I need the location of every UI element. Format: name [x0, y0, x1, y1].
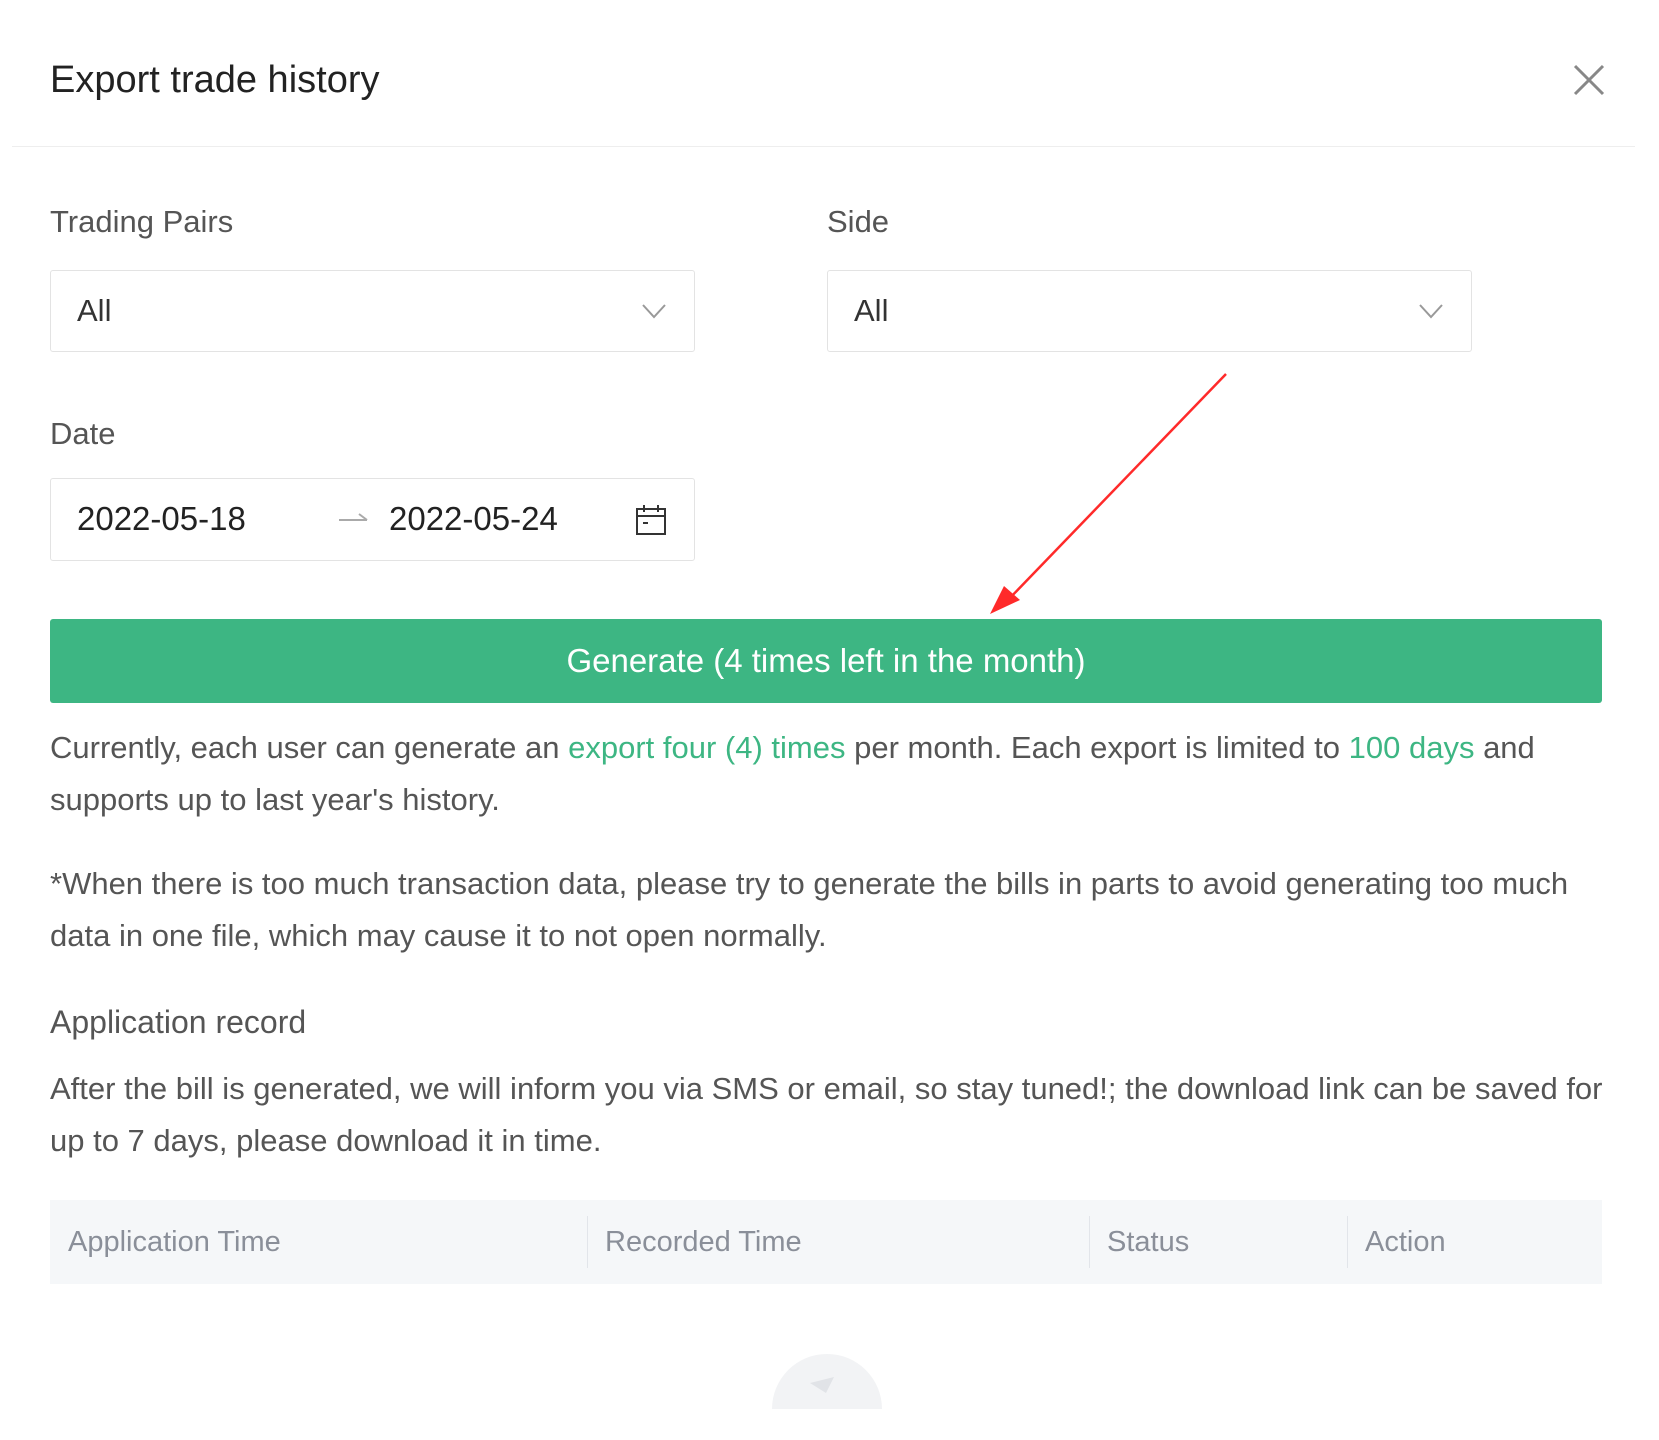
application-record-description: After the bill is generated, we will inf…: [50, 1071, 1603, 1158]
side-value: All: [854, 293, 889, 328]
application-record-title: Application record: [50, 1004, 307, 1040]
generate-button[interactable]: Generate (4 times left in the month): [50, 619, 1602, 703]
close-icon: [1573, 64, 1605, 96]
column-header-action: Action: [1365, 1226, 1446, 1258]
column-divider: [1089, 1216, 1090, 1268]
export-limits-text: Currently, each user can generate an exp…: [50, 722, 1610, 826]
column-divider: [1347, 1216, 1348, 1268]
column-header-status: Status: [1107, 1226, 1190, 1258]
arrow-right-icon: [339, 513, 368, 521]
trading-pairs-select[interactable]: All: [50, 270, 695, 352]
column-header-recorded-time: Recorded Time: [605, 1226, 802, 1258]
side-select[interactable]: All: [827, 270, 1472, 352]
export-limits-text-part: per month. Each export is limited to: [845, 730, 1349, 765]
date-range-picker[interactable]: 2022-05-18 2022-05-24: [50, 478, 695, 561]
end-date-input[interactable]: 2022-05-24: [389, 499, 558, 539]
date-label: Date: [50, 416, 116, 451]
export-days-highlight: 100 days: [1348, 730, 1475, 765]
start-date-input[interactable]: 2022-05-18: [77, 499, 246, 539]
export-trade-history-dialog: Export trade history Trading Pairs All S…: [0, 0, 1659, 1440]
close-button[interactable]: [1565, 56, 1613, 104]
dialog-header: Export trade history: [12, 0, 1635, 147]
trading-pairs-value: All: [77, 293, 112, 328]
trading-pairs-label: Trading Pairs: [50, 204, 234, 239]
chevron-down-icon: [642, 304, 666, 319]
side-label: Side: [827, 204, 890, 239]
dialog-title: Export trade history: [50, 59, 380, 101]
application-record-table-header: Application Time Recorded Time Status Ac…: [50, 1200, 1602, 1284]
large-data-warning: *When there is too much transaction data…: [50, 866, 1569, 953]
column-header-application-time: Application Time: [68, 1226, 281, 1258]
chevron-down-icon: [1419, 304, 1443, 319]
empty-state-icon: [772, 1353, 882, 1409]
export-count-highlight: export four (4) times: [568, 730, 846, 765]
calendar-icon[interactable]: [634, 503, 668, 537]
export-limits-text-part: Currently, each user can generate an: [50, 730, 569, 765]
column-divider: [587, 1216, 588, 1268]
